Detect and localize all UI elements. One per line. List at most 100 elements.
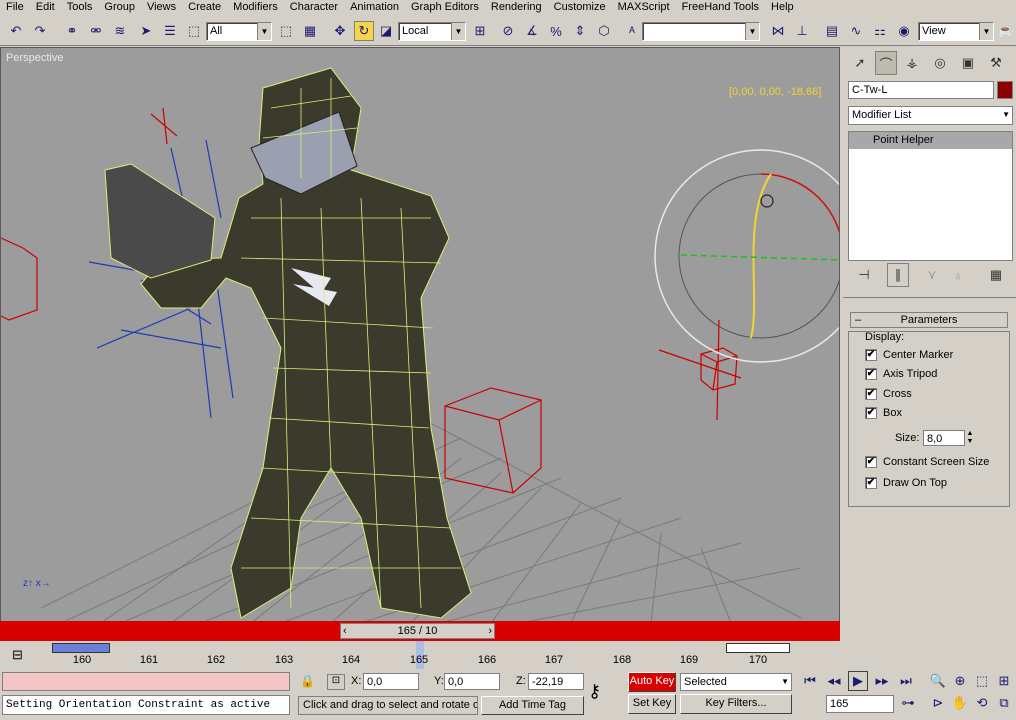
set-key-button[interactable]: Set Key [628,694,676,714]
layer-manager-icon[interactable]: ▤ [822,21,842,41]
menu-freehand-tools[interactable]: FreeHand Tools [676,0,765,14]
previous-frame-icon[interactable]: ◂◂ [824,671,844,691]
menu-edit[interactable]: Edit [30,0,61,14]
stack-item[interactable]: Point Helper [849,132,1012,149]
go-to-start-icon[interactable]: ⏮ [800,671,820,691]
menu-character[interactable]: Character [284,0,344,14]
cross-checkbox[interactable]: ✔ Cross [865,388,912,400]
schematic-view-icon[interactable]: ⚏ [870,21,890,41]
hierarchy-tab-icon[interactable]: ⚶ [901,51,923,75]
text-select-icon[interactable]: ᴬ [622,21,642,41]
menu-group[interactable]: Group [98,0,141,14]
material-editor-icon[interactable]: ◉ [894,21,914,41]
view-dropdown[interactable]: View ▼ [918,22,994,41]
menu-modifiers[interactable]: Modifiers [227,0,284,14]
absolute-mode-icon[interactable]: ⊡ [327,674,345,690]
move-icon[interactable]: ✥ [330,21,350,41]
pan-icon[interactable]: ✋ [950,693,970,713]
mirror-icon[interactable]: ⋈ [768,21,788,41]
auto-key-button[interactable]: Auto Key [628,672,676,692]
add-time-tag-button[interactable]: Add Time Tag [481,696,584,715]
zoom-all-icon[interactable]: ⊕ [950,671,970,691]
percent-snap-icon[interactable]: % [546,21,566,41]
selection-filter-dropdown[interactable]: All ▼ [206,22,272,41]
x-transform-field[interactable]: 0,0 [363,673,419,690]
next-frame-icon[interactable]: ▸▸ [872,671,892,691]
key-filters-button[interactable]: Key Filters... [680,694,792,714]
go-to-end-icon[interactable]: ⏭ [896,671,916,691]
next-frame-icon[interactable]: › [488,624,492,638]
box-checkbox[interactable]: ✔ Box [865,407,902,419]
configure-sets-icon[interactable]: ▦ [985,263,1007,287]
edit-named-selection-icon[interactable]: ⬡ [594,21,614,41]
key-mode-dropdown[interactable]: Selected ▼ [680,673,792,691]
modifier-list-dropdown[interactable]: Modifier List ▼ [848,106,1013,125]
object-name-field[interactable]: C-Tw-L [848,81,994,99]
menu-maxscript[interactable]: MAXScript [612,0,676,14]
window-crossing-icon[interactable]: ⬚ [276,21,296,41]
display-tab-icon[interactable]: ▣ [957,51,979,75]
menu-animation[interactable]: Animation [344,0,405,14]
menu-tools[interactable]: Tools [61,0,99,14]
rotate-icon[interactable]: ↻ [354,21,374,41]
curve-editor-icon[interactable]: ∿ [846,21,866,41]
spinner-arrows-icon[interactable]: ▲ ▼ [965,430,975,446]
unlink-icon[interactable]: ⚮ [86,21,106,41]
named-selection-dropdown[interactable]: ▼ [642,22,760,41]
menu-rendering[interactable]: Rendering [485,0,548,14]
select-object-icon[interactable]: ➤ [136,21,156,41]
quick-render-icon[interactable]: ☕ [996,21,1016,41]
show-end-result-icon[interactable]: ∥ [887,263,909,287]
undo-icon[interactable]: ↶ [6,21,26,41]
create-tab-icon[interactable]: ➚ [849,51,871,75]
zoom-extents-icon[interactable]: ⬚ [972,671,992,691]
lock-selection-icon[interactable]: 🔒 [300,674,315,688]
scale-icon[interactable]: ◪ [376,21,396,41]
parameters-rollout-header[interactable]: – Parameters [850,312,1008,328]
maxscript-listener-input[interactable] [2,672,290,691]
menu-customize[interactable]: Customize [548,0,612,14]
draw-on-top-checkbox[interactable]: ✔ Draw On Top [865,477,947,489]
reference-coordinate-dropdown[interactable]: Local ▼ [398,22,466,41]
menu-views[interactable]: Views [141,0,182,14]
align-icon[interactable]: ⊥ [792,21,812,41]
make-unique-icon[interactable]: ⋎ [921,263,943,287]
perspective-viewport[interactable]: Perspective [0,00, 0,00, -18,66] z↑ x→ [0,47,840,622]
pin-stack-icon[interactable]: ⊣ [853,263,875,287]
selection-region-icon[interactable]: ⬚ [184,21,204,41]
z-transform-field[interactable]: -22,19 [528,673,584,690]
object-color-swatch[interactable] [997,81,1013,99]
field-of-view-icon[interactable]: ⊳ [928,693,948,713]
menu-graph-editors[interactable]: Graph Editors [405,0,485,14]
current-frame-field[interactable]: 165 [826,695,894,713]
select-by-name-icon[interactable]: ☰ [160,21,180,41]
key-mode-toggle-icon[interactable]: ⊶ [898,693,918,713]
viewport-label[interactable]: Perspective [6,52,63,64]
mini-curve-editor-icon[interactable]: ⊟ [12,647,23,663]
menu-create[interactable]: Create [182,0,227,14]
select-link-icon[interactable]: ⚭ [62,21,82,41]
bind-space-warp-icon[interactable]: ≋ [110,21,130,41]
arc-rotate-icon[interactable]: ⟲ [972,693,992,713]
utilities-tab-icon[interactable]: ⚒ [985,51,1007,75]
zoom-extents-all-icon[interactable]: ⊞ [994,671,1014,691]
prev-frame-icon[interactable]: ‹ [343,624,347,638]
constant-screen-size-checkbox[interactable]: ✔ Constant Screen Size [865,456,989,468]
angle-snap-icon[interactable]: ∡ [522,21,542,41]
pivot-center-icon[interactable]: ⊞ [470,21,490,41]
modify-tab-icon[interactable]: ⌒ [875,51,897,75]
redo-icon[interactable]: ↷ [30,21,50,41]
y-transform-field[interactable]: 0,0 [444,673,500,690]
menu-file[interactable]: File [0,0,30,14]
select-region-icon[interactable]: ▦ [300,21,320,41]
axis-tripod-checkbox[interactable]: ✔ Axis Tripod [865,368,937,380]
set-key-icon[interactable]: ⚷ [588,681,601,702]
snap-toggle-icon[interactable]: ⊘ [498,21,518,41]
motion-tab-icon[interactable]: ◎ [929,51,951,75]
key-range-marker[interactable] [52,643,110,653]
center-marker-checkbox[interactable]: ✔ Center Marker [865,349,953,361]
time-slider[interactable]: ‹ 165 / 10 › [340,623,495,639]
menu-help[interactable]: Help [765,0,800,14]
spinner-snap-icon[interactable]: ⇕ [570,21,590,41]
size-spinner-field[interactable]: 8,0 [923,430,965,446]
